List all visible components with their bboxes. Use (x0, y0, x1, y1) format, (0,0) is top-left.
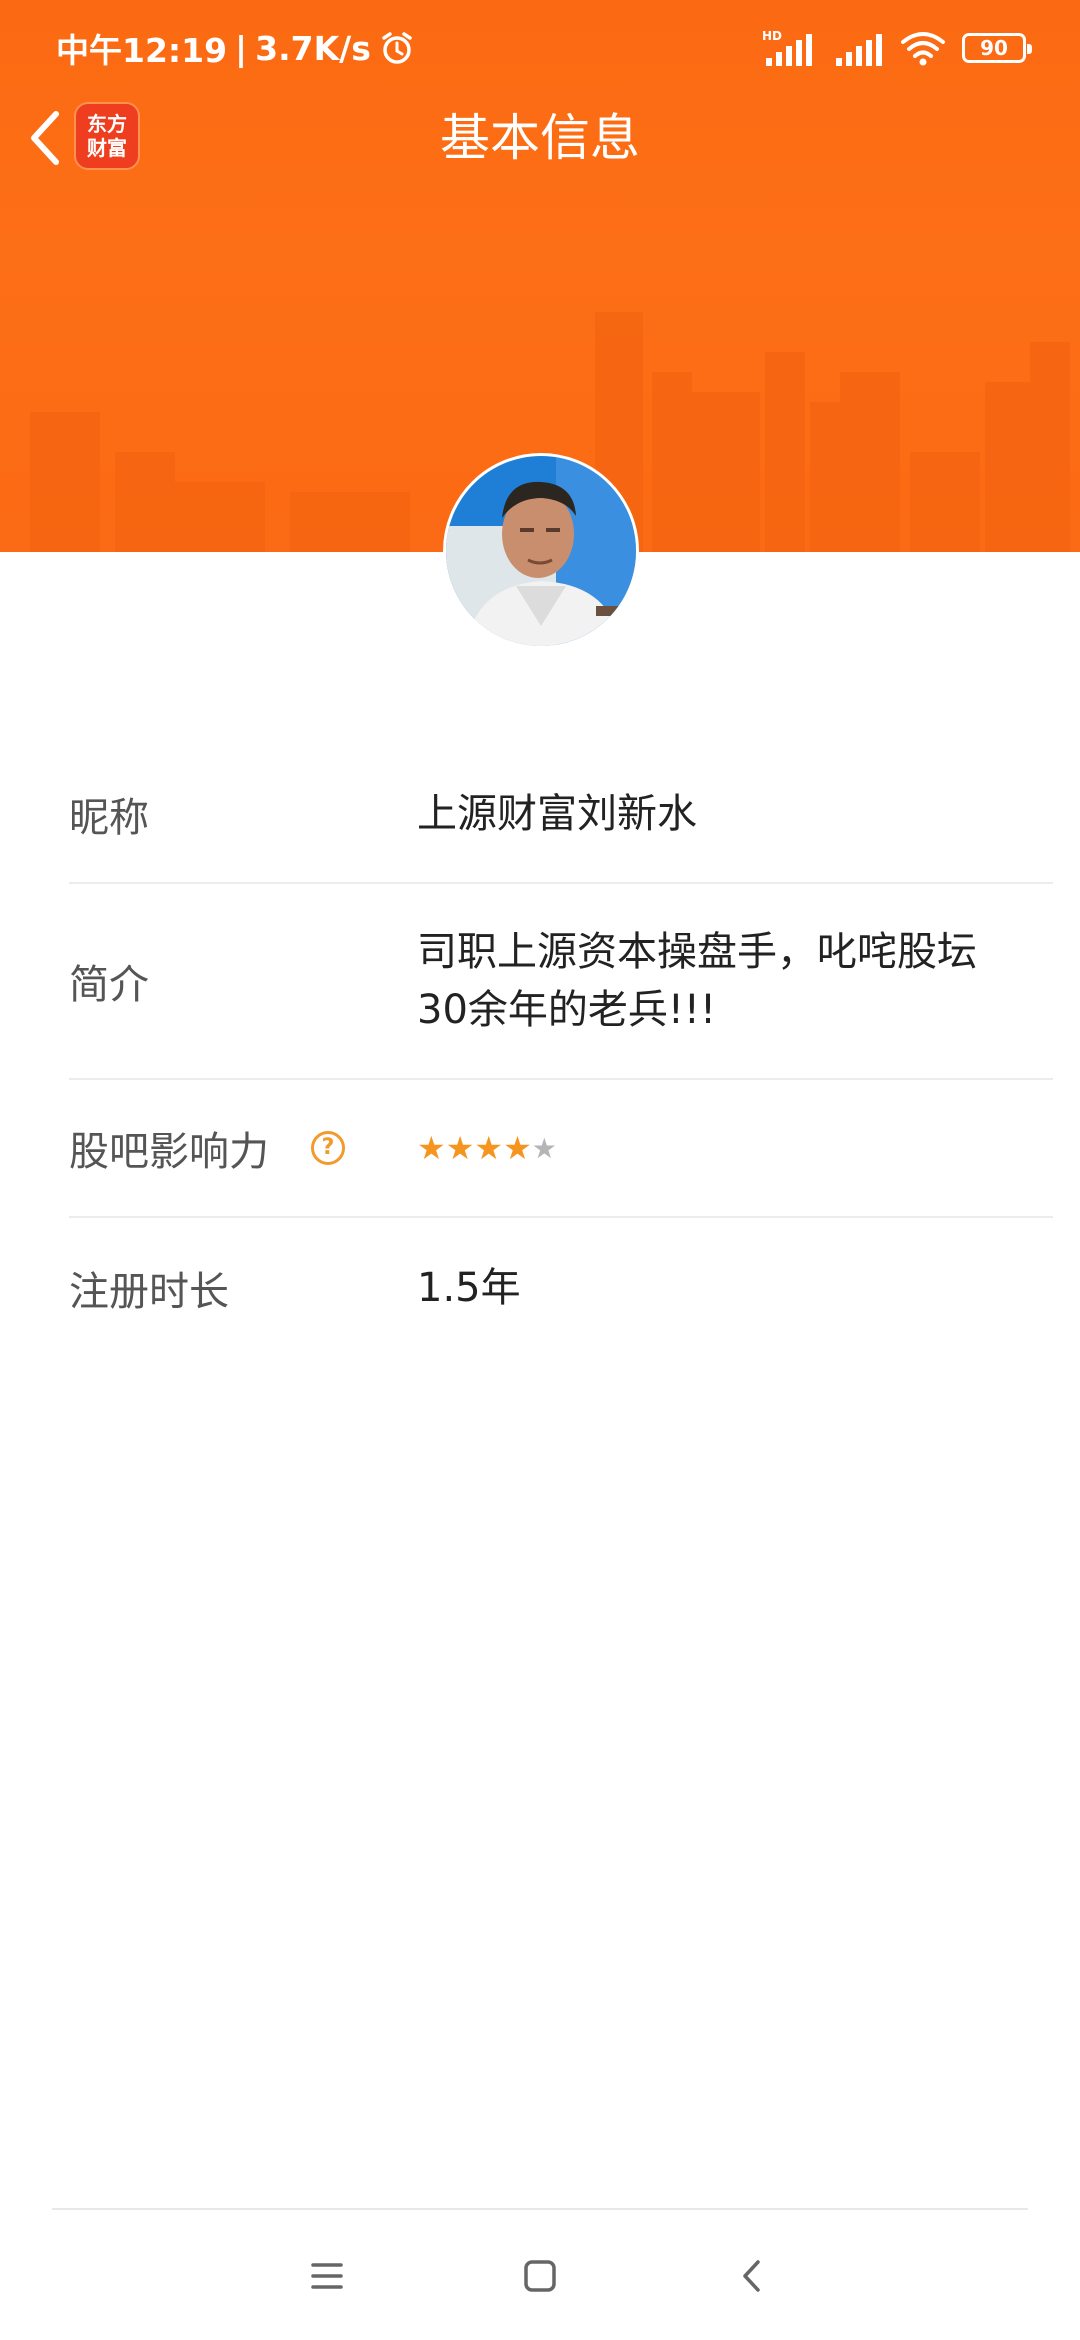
wifi-icon (901, 32, 945, 66)
nickname-value: 上源财富刘新水 (417, 791, 697, 837)
influence-label: 股吧影响力 (69, 1129, 269, 1175)
influence-label-group: 股吧影响力 ? (69, 1119, 417, 1177)
battery-icon: 90 (962, 33, 1032, 63)
status-bar-left: 中午12:19 | 3.7K/s (56, 24, 415, 72)
page-title: 基本信息 (440, 109, 640, 167)
info-row-intro: 简介 司职上源资本操盘手，叱咤股坛 30余年的老兵!!! (69, 884, 1053, 1080)
menu-icon (310, 2263, 343, 2289)
status-network-speed: 3.7K/s (255, 28, 371, 68)
system-nav-bar (0, 2226, 1080, 2326)
system-back-button[interactable] (723, 2246, 783, 2306)
svg-text:HD: HD (762, 29, 782, 43)
signal-icon (836, 34, 882, 66)
star-filled-icon: ★ (445, 1129, 475, 1167)
star-filled-icon: ★ (417, 1129, 446, 1167)
influence-rating: ★ ★ ★ ★ ★ (417, 1129, 557, 1167)
star-empty-icon: ★ (531, 1131, 557, 1165)
status-bar-right: HD 90 (762, 24, 1032, 72)
battery-level: 90 (980, 36, 1008, 60)
help-icon[interactable]: ? (311, 1131, 345, 1165)
avatar-photo (446, 456, 636, 646)
status-time: 中午12:19 (56, 31, 228, 70)
page: 中午12:19 | 3.7K/s HD 90 基本信息 东方 财富 昵称 上源财… (0, 0, 1080, 2340)
info-row-influence: 股吧影响力 ? ★ ★ ★ ★ ★ (69, 1080, 1053, 1218)
status-separator: | (235, 28, 248, 68)
intro-label: 简介 (69, 962, 149, 1008)
home-square-icon (524, 2260, 556, 2292)
nav-divider (52, 2208, 1028, 2210)
nickname-label: 昵称 (69, 795, 149, 841)
star-filled-icon: ★ (503, 1129, 532, 1167)
alarm-icon (382, 32, 412, 64)
hd-signal-icon: HD (762, 29, 812, 66)
home-button[interactable] (510, 2246, 570, 2306)
avatar[interactable] (443, 453, 639, 649)
star-filled-icon: ★ (474, 1129, 504, 1167)
intro-value-line1: 司职上源资本操盘手，叱咤股坛 (417, 929, 977, 975)
intro-value: 司职上源资本操盘手，叱咤股坛 30余年的老兵!!! (417, 923, 977, 1039)
profile-info-list: 昵称 上源财富刘新水 简介 司职上源资本操盘手，叱咤股坛 30余年的老兵!!! … (69, 746, 1053, 1358)
info-row-register-time: 注册时长 1.5年 (69, 1218, 1053, 1358)
menu-button[interactable] (297, 2246, 357, 2306)
chevron-left-icon (743, 2260, 761, 2292)
register-time-label: 注册时长 (69, 1269, 229, 1315)
logo-text-line1: 东方 (87, 112, 127, 136)
app-logo[interactable]: 东方 财富 (76, 104, 138, 168)
logo-text-line2: 财富 (87, 136, 127, 160)
info-row-nickname: 昵称 上源财富刘新水 (69, 746, 1053, 884)
chevron-left-icon (31, 111, 59, 165)
register-time-value: 1.5年 (417, 1265, 521, 1311)
intro-value-line2: 30余年的老兵!!! (417, 987, 717, 1033)
back-button[interactable] (18, 104, 78, 172)
